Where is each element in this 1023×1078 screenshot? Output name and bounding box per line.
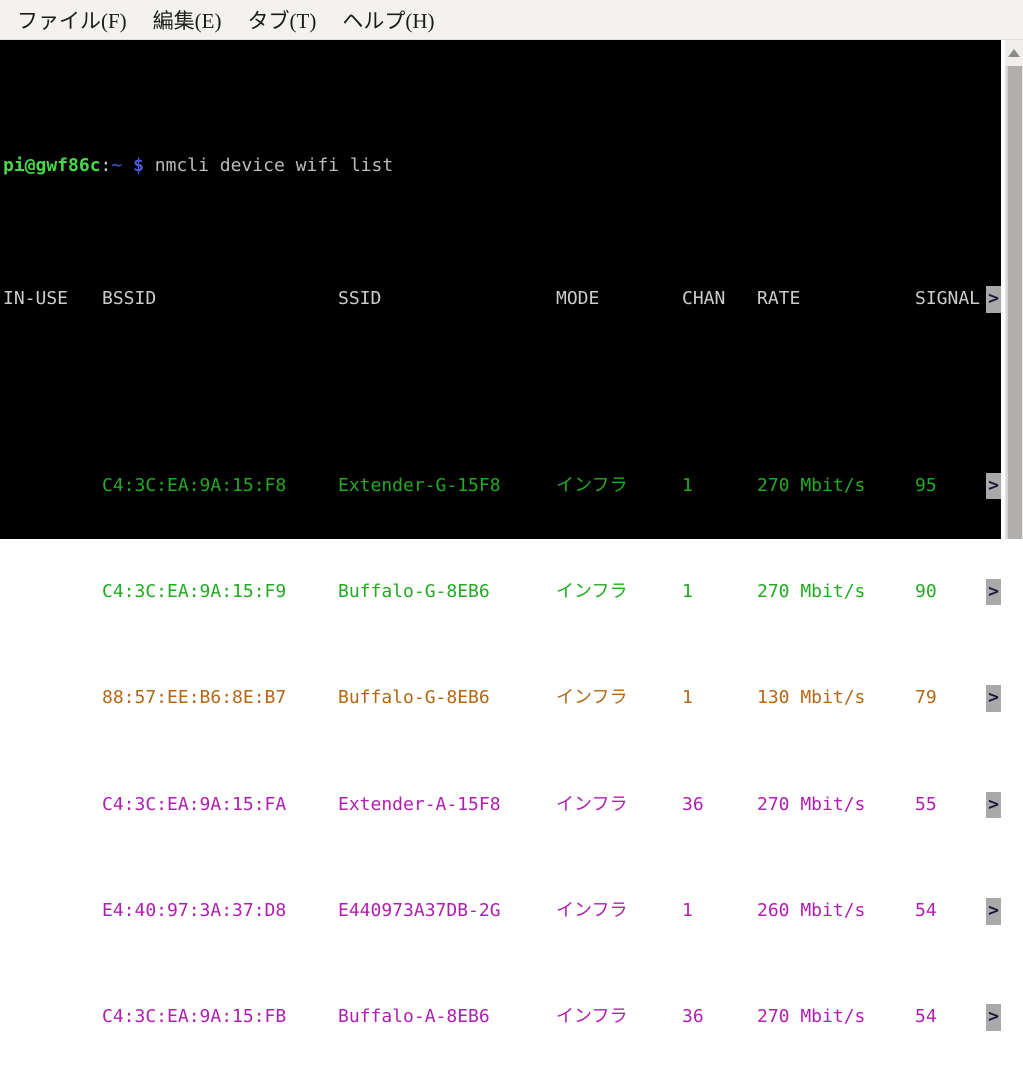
cell-ssid: Extender-A-15F8 [338,793,501,815]
cell-signal: 55 [915,793,937,815]
cell-bssid: C4:3C:EA:9A:15:F9 [102,580,287,602]
cell-ssid: Buffalo-G-8EB6 [338,580,490,602]
cell-rate: 260 Mbit/s [757,900,866,921]
line-truncation-marker: > [986,898,1001,925]
wifi-table-row: C4:3C:EA:9A:15:FA Extender-A-15F8 インフラ 3… [3,791,1001,819]
cell-signal: 54 [915,900,937,921]
prompt-colon: : [100,155,112,177]
cell-signal: 90 [915,580,937,602]
scrollbar-thumb[interactable] [1006,66,1022,539]
cell-signal: 79 [915,687,937,709]
cell-signal: 95 [915,474,937,496]
typed-command-text: nmcli device wifi list [154,155,394,177]
cell-bssid: C4:3C:EA:9A:15:FA [102,793,287,815]
menu-item-file[interactable]: ファイル(F) [17,5,127,35]
line-truncation-marker: > [986,578,1001,606]
cell-bssid: 88:57:EE:B6:8E:B7 [102,687,287,709]
cell-ssid: Extender-G-15F8 [338,474,501,496]
cell-rate: 270 Mbit/s [757,1006,866,1028]
line-truncation-marker: > [986,791,1001,819]
wifi-table-rows: C4:3C:EA:9A:15:F8 Extender-G-15F8 インフラ 1… [3,419,1001,1078]
cell-chan: 1 [682,474,693,496]
cell-mode: インフラ [556,793,628,815]
menu-item-help[interactable]: ヘルプ(H) [342,5,434,35]
cell-mode: インフラ [556,900,628,921]
cell-in-use [3,1004,102,1031]
terminal-command-line: pi@gwf86c: ~ $ nmcli device wifi list [3,153,1001,180]
cell-rate: 270 Mbit/s [757,580,866,602]
prompt-dollar-sign: $ [133,155,144,177]
terminal-output-area[interactable]: pi@gwf86c: ~ $ nmcli device wifi list IN-… [0,40,1001,1031]
cell-signal: 54 [915,1006,937,1028]
line-truncation-marker: > [986,472,1001,500]
menu-item-tabs[interactable]: タブ(T) [248,5,317,35]
cell-mode: インフラ [556,687,628,709]
cell-bssid: E4:40:97:3A:37:D8 [102,900,287,921]
typed-command [144,153,155,180]
cell-ssid: Buffalo-G-8EB6 [338,687,490,709]
cell-in-use [3,473,102,500]
up-arrow-icon [1008,49,1020,57]
wifi-table-row: C4:3C:EA:9A:15:FB Buffalo-A-8EB6 インフラ 36… [3,1004,1001,1031]
cell-mode: インフラ [556,474,628,496]
cell-rate: 130 Mbit/s [757,687,866,709]
header-in-use: IN-USE [3,288,69,310]
header-ssid: SSID [338,288,382,310]
header-mode: MODE [556,288,600,310]
line-truncation-marker: > [986,685,1001,712]
cell-bssid: C4:3C:EA:9A:15:F8 [102,474,287,496]
header-rate: RATE [757,288,801,310]
wifi-table-row: C4:3C:EA:9A:15:F9 Buffalo-G-8EB6 インフラ 1 … [3,578,1001,606]
prompt-dollar [122,153,133,180]
vertical-scrollbar[interactable] [1005,40,1023,539]
menu-item-edit[interactable]: 編集(E) [153,5,222,35]
cell-rate: 270 Mbit/s [757,474,866,496]
cell-chan: 1 [682,580,693,602]
header-bssid: BSSID [102,288,157,310]
line-truncation-marker: > [986,286,1001,313]
line-truncation-marker: > [986,1004,1001,1031]
cell-bssid: C4:3C:EA:9A:15:FB [102,1006,287,1028]
cell-mode: インフラ [556,1006,628,1028]
cell-in-use [3,579,102,606]
menu-bar: ファイル(F) 編集(E) タブ(T) ヘルプ(H) [0,0,1023,40]
cell-chan: 1 [682,900,693,921]
cell-in-use [3,792,102,819]
cell-chan: 36 [682,1006,704,1028]
cell-rate: 270 Mbit/s [757,793,866,815]
wifi-table-row: 88:57:EE:B6:8E:B7 Buffalo-G-8EB6 インフラ 1 … [3,685,1001,712]
prompt-path: ~ [111,155,123,177]
cell-ssid: E440973A37DB-2G [338,900,501,921]
cell-chan: 1 [682,687,693,709]
cell-ssid: Buffalo-A-8EB6 [338,1006,490,1028]
prompt-user-host: pi@gwf86c [3,155,101,177]
cell-in-use [3,685,102,712]
header-signal: SIGNAL [915,288,981,310]
cell-chan: 36 [682,793,704,815]
header-chan: CHAN [682,288,726,310]
wifi-table-row: E4:40:97:3A:37:D8 E440973A37DB-2G インフラ 1… [3,898,1001,925]
wifi-table-header-row: IN-USE BSSID SSID MODE CHAN RATE SIGNAL … [3,286,1001,313]
scrollbar-up-arrow-button[interactable] [1005,40,1023,66]
wifi-table-row: C4:3C:EA:9A:15:F8 Extender-G-15F8 インフラ 1… [3,472,1001,500]
cell-mode: インフラ [556,580,628,602]
cell-in-use [3,898,102,925]
